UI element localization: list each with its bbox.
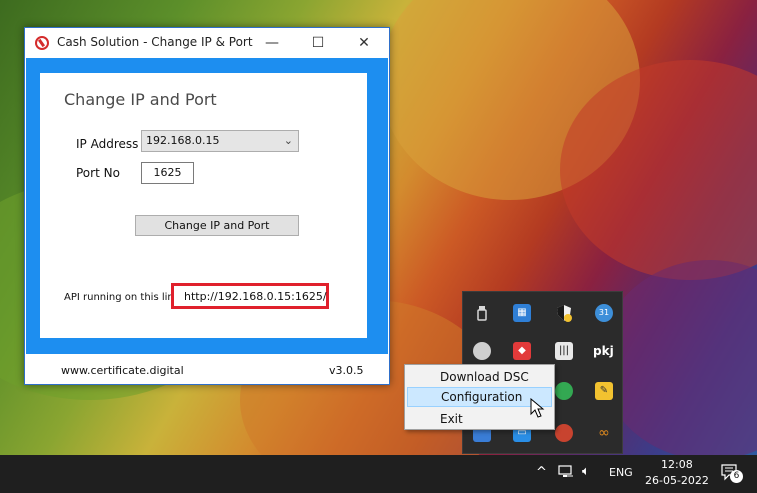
port-label: Port No (76, 166, 120, 180)
volume-icon[interactable]: 🔈︎ (582, 464, 590, 479)
globe-icon[interactable] (473, 342, 491, 360)
notification-count-badge: 6 (730, 470, 743, 483)
clock-time[interactable]: 12:08 (661, 458, 693, 471)
form-frame: Change IP and Port IP Address 192.168.0.… (26, 58, 388, 354)
usb-drive-icon[interactable] (473, 304, 491, 322)
clock-date[interactable]: 26-05-2022 (645, 474, 709, 487)
ip-address-select[interactable]: 192.168.0.15 ⌄ (141, 130, 299, 152)
change-ip-port-button[interactable]: Change IP and Port (135, 215, 299, 236)
title-bar[interactable]: Cash Solution - Change IP & Port — ☐ ✕ (25, 28, 389, 58)
anydesk-icon[interactable]: ◆ (513, 342, 531, 360)
context-menu: Download DSC Configuration Exit (404, 364, 555, 430)
show-hidden-icons-chevron-icon[interactable]: ^ (536, 465, 547, 480)
minimize-button[interactable]: — (249, 28, 295, 58)
form-heading: Change IP and Port (64, 90, 217, 109)
maximize-button[interactable]: ☐ (295, 28, 341, 58)
link-icon[interactable]: ∞ (595, 424, 613, 442)
barcode-icon[interactable]: ||| (555, 342, 573, 360)
chevron-down-icon[interactable]: ⌄ (284, 131, 293, 151)
wallpaper-leaf (600, 260, 757, 455)
close-button[interactable]: ✕ (341, 28, 387, 58)
menu-item-download-dsc[interactable]: Download DSC (407, 367, 552, 387)
taskbar: ^ 🔈︎ ENG 12:08 26-05-2022 6 (0, 455, 757, 493)
footer-website[interactable]: www.certificate.digital (61, 364, 184, 377)
shield-warning-icon[interactable] (555, 304, 573, 322)
chrome-icon[interactable] (555, 382, 573, 400)
language-indicator[interactable]: ENG (609, 466, 633, 479)
api-link[interactable]: http://192.168.0.15:1625/ (184, 290, 327, 303)
ip-address-label: IP Address (76, 137, 139, 151)
api-link-highlight: http://192.168.0.15:1625/ (171, 283, 329, 309)
app-logo-icon (35, 36, 49, 50)
pkj-icon[interactable]: pkj (593, 342, 614, 360)
footer-version: v3.0.5 (329, 364, 364, 377)
record-icon[interactable] (555, 424, 573, 442)
notification-center-icon[interactable]: 6 (720, 463, 743, 484)
port-input[interactable]: 1625 (141, 162, 194, 184)
window-title: Cash Solution - Change IP & Port (57, 35, 253, 49)
network-icon[interactable] (558, 464, 574, 483)
api-link-label: API running on this link (64, 292, 180, 303)
app-window: Cash Solution - Change IP & Port — ☐ ✕ C… (24, 27, 390, 385)
ip-address-value: 192.168.0.15 (146, 134, 220, 147)
form-panel: Change IP and Port IP Address 192.168.0.… (40, 73, 367, 338)
network-app-icon[interactable]: ▦ (513, 304, 531, 322)
tool-icon[interactable]: ✎ (595, 382, 613, 400)
calendar-icon[interactable]: 31 (595, 304, 613, 322)
